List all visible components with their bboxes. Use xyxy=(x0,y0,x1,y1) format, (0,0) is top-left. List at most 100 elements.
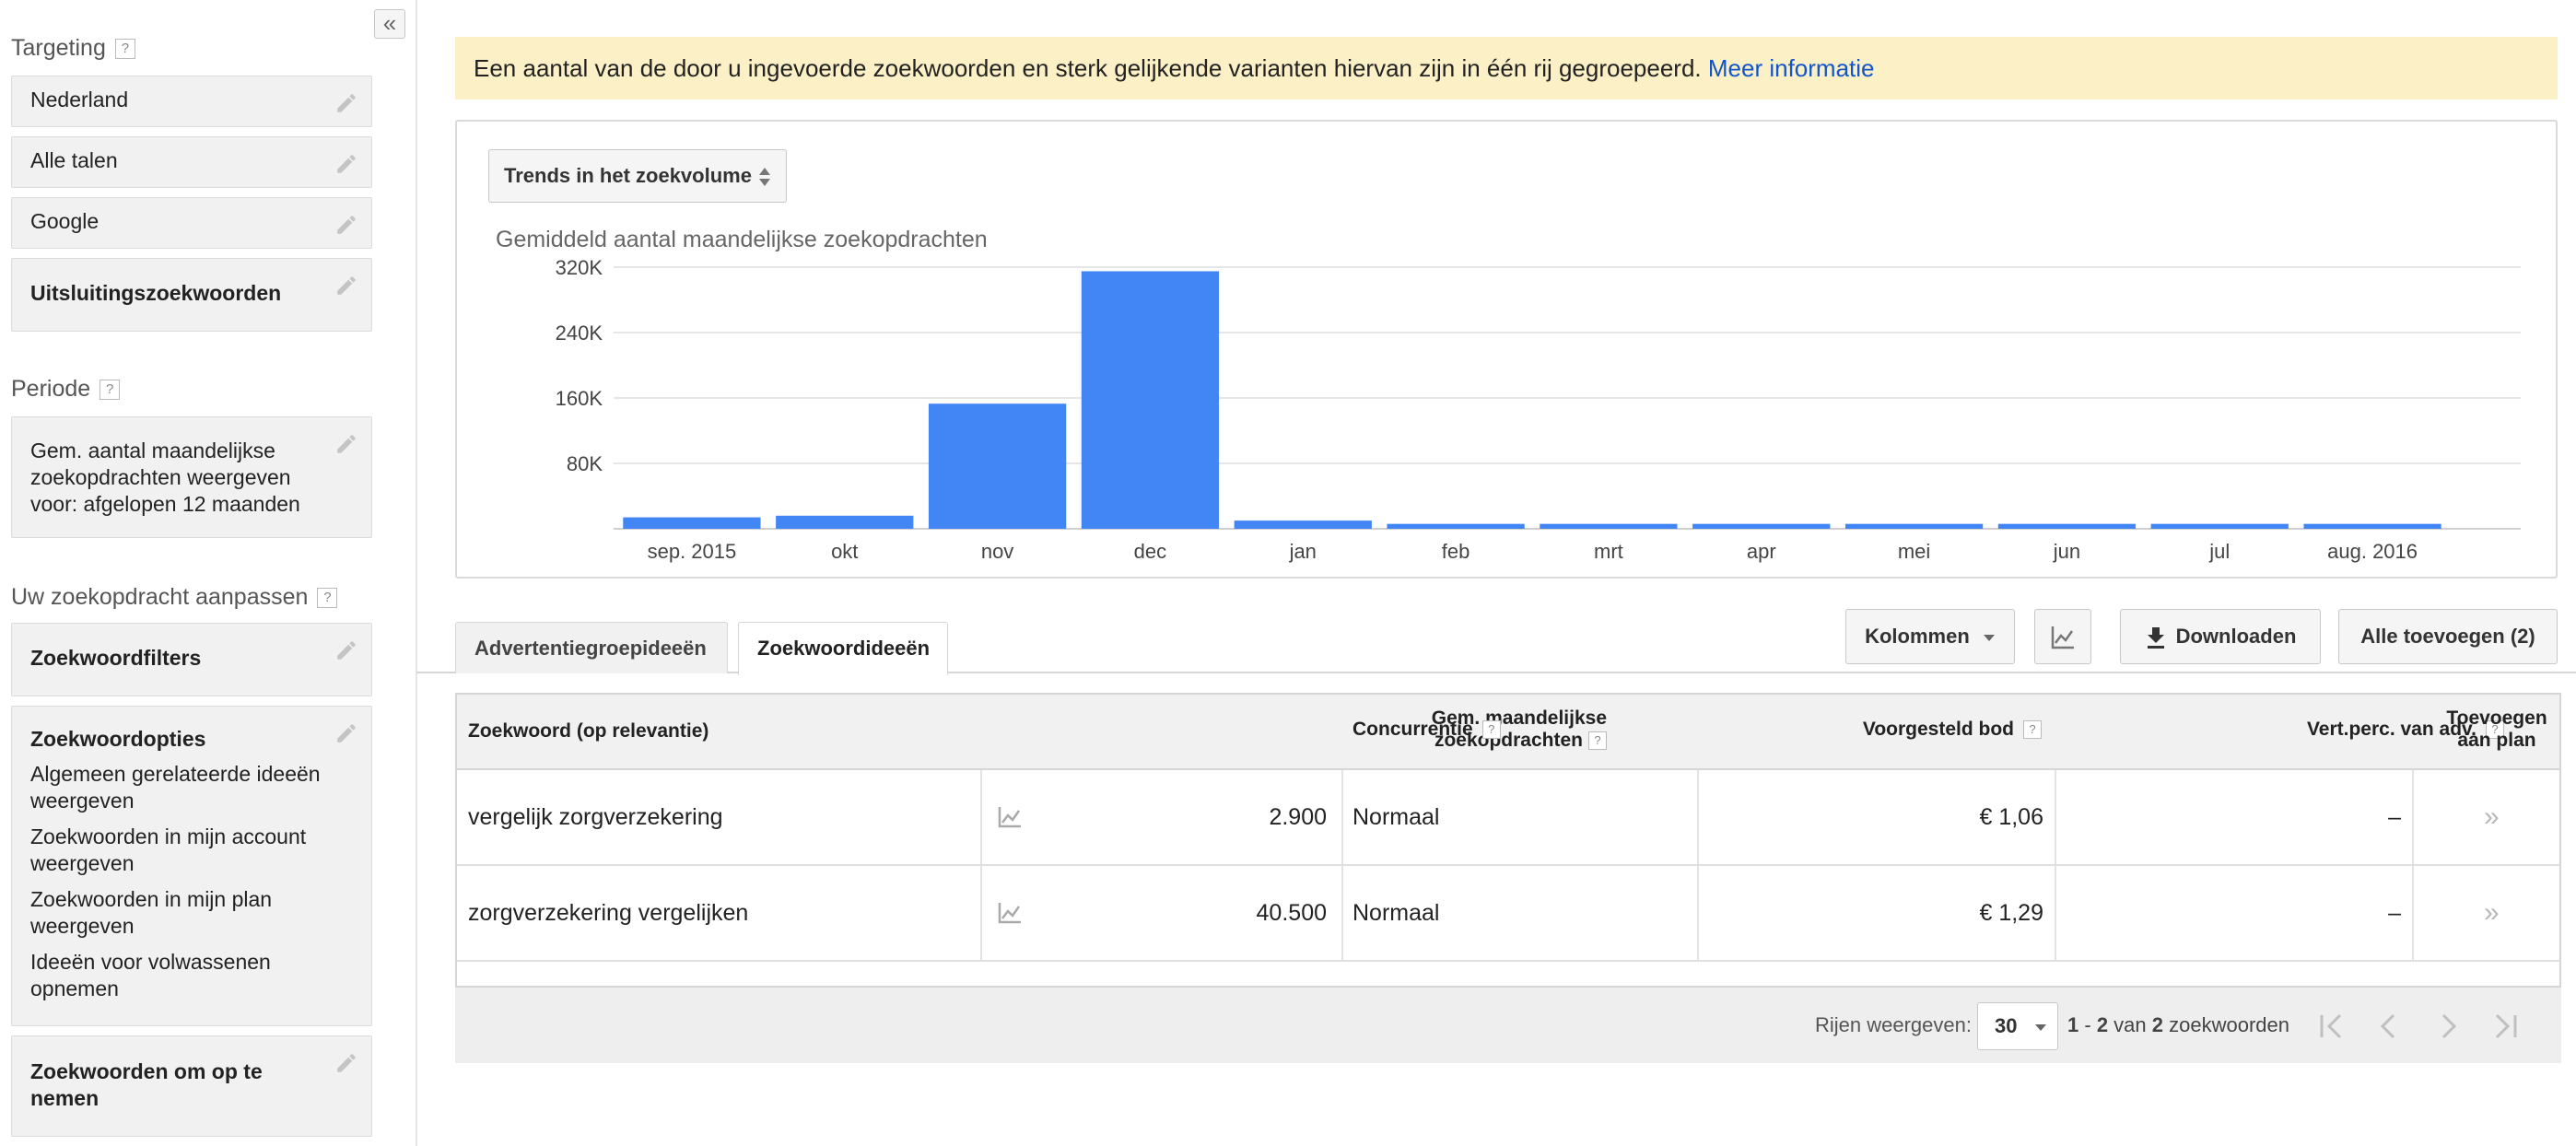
pencil-icon xyxy=(337,641,356,660)
help-icon[interactable]: ? xyxy=(100,380,121,401)
pencil-icon xyxy=(337,276,356,295)
targeting-location[interactable]: Nederland xyxy=(11,76,372,127)
caret-down-icon xyxy=(1983,635,1995,642)
bar xyxy=(623,517,761,529)
rows-per-page-label: Rijen weergeven: xyxy=(1815,1013,1972,1036)
range-end: 2 xyxy=(2096,1013,2109,1036)
period-value: Gem. aantal maandelijkse zoekopdrachten … xyxy=(30,439,300,516)
range-separator: - xyxy=(2078,1013,2097,1036)
x-tick-label: sep. 2015 xyxy=(648,540,737,563)
header-suggested-bid[interactable]: Voorgesteld bod? xyxy=(1839,719,2042,741)
table-row[interactable]: vergelijk zorgverzekering 2.900 Normaal … xyxy=(457,770,2559,866)
period-heading: Periode? xyxy=(11,376,121,403)
keyword-option: Zoekwoorden in mijn plan weergeven xyxy=(30,887,273,938)
previous-page-icon[interactable] xyxy=(2375,1012,2403,1041)
help-icon[interactable]: ? xyxy=(2023,720,2042,740)
search-volume-chart: 80K 160K 240K 320K sep. 2015 okt nov dec jan feb m… xyxy=(556,256,2521,563)
x-tick-label: nov xyxy=(981,540,1013,563)
pencil-icon xyxy=(337,724,356,743)
add-to-plan-icon[interactable]: » xyxy=(2484,770,2500,864)
period-setting[interactable]: Gem. aantal maandelijkse zoekopdrachten … xyxy=(11,416,372,538)
next-page-icon[interactable] xyxy=(2434,1012,2462,1041)
table-header: Zoekwoord (op relevantie) Gem. maandelij… xyxy=(457,695,2559,770)
x-tick-label: aug. 2016 xyxy=(2327,540,2418,563)
keyword-cell[interactable]: vergelijk zorgverzekering xyxy=(468,770,723,864)
table-row[interactable]: zorgverzekering vergelijken 40.500 Norma… xyxy=(457,866,2559,962)
result-range: 1 - 2 van 2 zoekwoorden xyxy=(2067,988,2289,1063)
targeting-network[interactable]: Google xyxy=(11,197,372,249)
header-suggested-bid-label: Voorgesteld bod xyxy=(1862,719,2014,740)
searches-cell: 40.500 xyxy=(1256,900,1327,926)
x-tick-label: jul xyxy=(2208,540,2230,563)
y-tick-label: 240K xyxy=(556,322,603,345)
keyword-options-title: Zoekwoordopties xyxy=(30,727,206,751)
add-to-plan-icon[interactable]: » xyxy=(2484,866,2500,960)
keyword-options[interactable]: Zoekwoordopties Algemeen gerelateerde id… xyxy=(11,706,372,1026)
pagination-bar: Rijen weergeven: 30 1 - 2 van 2 zoekwoor… xyxy=(455,988,2561,1063)
targeting-language[interactable]: Alle talen xyxy=(11,136,372,188)
caret-down-icon xyxy=(2034,1024,2046,1032)
tab-ad-group-ideas[interactable]: Advertentiegroepideeën xyxy=(455,622,728,673)
targeting-network-label: Google xyxy=(30,209,100,233)
targeting-heading-label: Targeting xyxy=(11,35,106,61)
header-add-line1: Toevoegen xyxy=(2446,707,2547,729)
header-competition[interactable]: Concurrentie? xyxy=(1352,719,1501,741)
rows-per-page-select[interactable]: 30 xyxy=(1977,1002,2058,1050)
x-tick-label: mei xyxy=(1898,540,1930,563)
x-tick-label: mrt xyxy=(1594,540,1623,563)
keyword-option: Algemeen gerelateerde ideeën weergeven xyxy=(30,762,321,813)
more-info-link[interactable]: Meer informatie xyxy=(1708,54,1875,82)
keyword-cell[interactable]: zorgverzekering vergelijken xyxy=(468,866,748,960)
bid-cell: € 1,29 xyxy=(1979,900,2043,926)
competition-cell: Normaal xyxy=(1352,804,1440,830)
x-tick-label: feb xyxy=(1442,540,1470,563)
bar xyxy=(1081,271,1220,529)
rows-per-page-value: 30 xyxy=(1995,1014,2018,1037)
keyword-option: Ideeën voor volwassenen opnemen xyxy=(30,950,271,1000)
bar xyxy=(1234,520,1372,529)
y-tick-label: 160K xyxy=(556,387,603,410)
help-icon[interactable]: ? xyxy=(1588,731,1607,751)
tab-keyword-ideas[interactable]: Zoekwoordideeën xyxy=(738,622,948,675)
range-total: 2 xyxy=(2151,1013,2164,1036)
x-tick-label: jun xyxy=(2053,540,2080,563)
columns-label: Kolommen xyxy=(1865,625,1970,648)
trend-chart-icon[interactable] xyxy=(997,901,1023,925)
help-icon[interactable]: ? xyxy=(1481,720,1501,740)
sidebar: « Targeting? Nederland Alle talen Google… xyxy=(0,0,416,1146)
customize-heading: Uw zoekopdracht aanpassen? xyxy=(11,584,338,611)
add-all-button[interactable]: Alle toevoegen (2) xyxy=(2338,609,2558,664)
pencil-icon xyxy=(337,1054,356,1072)
x-tick-label: jan xyxy=(1289,540,1317,563)
keywords-to-include-label: Zoekwoorden om op te nemen xyxy=(30,1059,263,1110)
keywords-to-include[interactable]: Zoekwoorden om op te nemen xyxy=(11,1035,372,1137)
download-button[interactable]: Downloaden xyxy=(2120,609,2321,664)
y-tick-label: 80K xyxy=(567,452,603,475)
line-chart-icon xyxy=(2051,626,2074,649)
columns-button[interactable]: Kolommen xyxy=(1845,609,2015,664)
header-keyword[interactable]: Zoekwoord (op relevantie) xyxy=(468,720,708,743)
bar xyxy=(2303,523,2441,529)
collapse-sidebar-button[interactable]: « xyxy=(374,9,405,39)
range-of: van xyxy=(2108,1013,2152,1036)
first-page-icon[interactable] xyxy=(2316,1012,2348,1041)
x-tick-label: okt xyxy=(831,540,858,563)
bar xyxy=(1997,523,2137,529)
pencil-icon xyxy=(337,435,356,453)
targeting-location-label: Nederland xyxy=(30,88,129,111)
grouping-notice: Een aantal van de door u ingevoerde zoek… xyxy=(455,37,2558,99)
keyword-filters[interactable]: Zoekwoordfilters xyxy=(11,623,372,696)
help-icon[interactable]: ? xyxy=(114,39,135,60)
targeting-heading: Targeting? xyxy=(11,35,135,62)
pencil-icon xyxy=(337,216,356,234)
header-add-line2: aan plan xyxy=(2457,730,2536,751)
targeting-negative-keywords[interactable]: Uitsluitingszoekwoorden xyxy=(11,258,372,332)
sidebar-divider xyxy=(416,0,417,1146)
help-icon[interactable]: ? xyxy=(317,588,338,609)
targeting-language-label: Alle talen xyxy=(30,148,118,172)
last-page-icon[interactable] xyxy=(2489,1012,2521,1041)
chart-toggle-button[interactable] xyxy=(2034,609,2091,664)
bar xyxy=(1692,523,1831,529)
trend-chart-icon[interactable] xyxy=(997,805,1023,829)
pencil-icon xyxy=(337,155,356,173)
